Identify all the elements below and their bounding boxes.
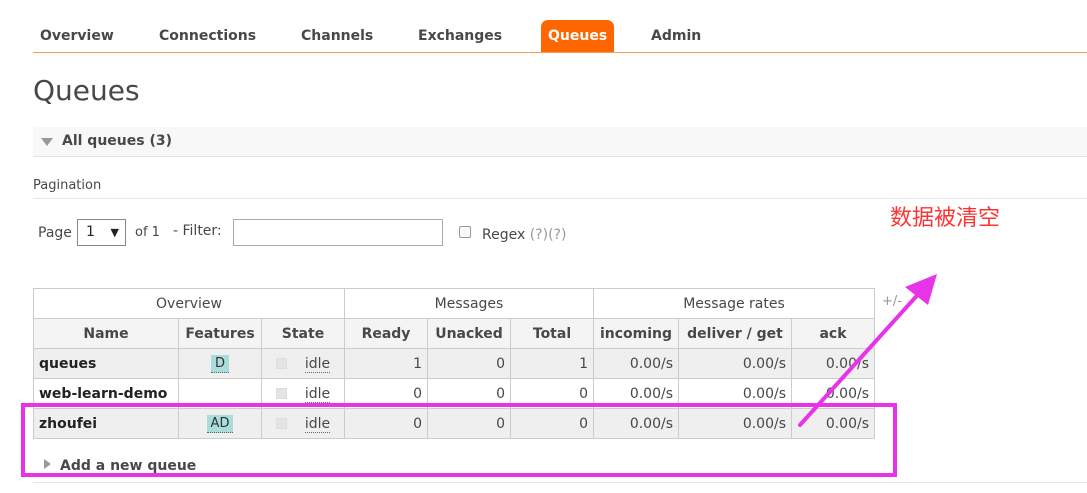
- regex-help-link[interactable]: (?)(?): [530, 227, 567, 243]
- col-header-unacked[interactable]: Unacked: [427, 318, 511, 349]
- nav-tab-channels[interactable]: Channels: [294, 20, 380, 52]
- page-select[interactable]: 1 ▼: [77, 219, 126, 246]
- col-header-features: Features: [178, 318, 262, 349]
- page-label: Page: [38, 225, 72, 241]
- page-count-label: of 1: [135, 225, 160, 240]
- col-header-deliver-get[interactable]: deliver / get: [678, 318, 792, 349]
- top-nav: Overview Connections Channels Exchanges …: [33, 20, 1087, 53]
- group-header-overview: Overview: [33, 288, 345, 319]
- col-header-ack[interactable]: ack: [791, 318, 875, 349]
- group-header-message-rates: Message rates: [593, 288, 875, 319]
- divider: [33, 198, 1087, 199]
- feature-badge: D: [210, 354, 229, 373]
- nav-tab-queues[interactable]: Queues: [541, 20, 615, 52]
- page-title: Queues: [33, 74, 140, 107]
- nav-tab-connections[interactable]: Connections: [152, 20, 263, 52]
- state-indicator-icon: [275, 358, 287, 369]
- regex-label: Regex (?)(?): [482, 227, 566, 243]
- features-cell: D: [178, 348, 262, 379]
- column-toggle-link[interactable]: +/-: [882, 294, 902, 309]
- group-header-messages: Messages: [344, 288, 594, 319]
- state-text: idle: [304, 355, 331, 373]
- dropdown-arrow-icon: ▼: [110, 226, 119, 239]
- section-label: All queues (3): [62, 133, 172, 149]
- col-header-incoming[interactable]: incoming: [593, 318, 679, 349]
- total-cell: 1: [510, 348, 594, 379]
- state-text: idle: [304, 385, 331, 403]
- col-header-ready[interactable]: Ready: [344, 318, 428, 349]
- deliver-get-cell: 0.00/s: [678, 348, 792, 379]
- state-indicator-icon: [275, 388, 287, 399]
- regex-checkbox[interactable]: [459, 226, 471, 238]
- nav-tab-exchanges[interactable]: Exchanges: [411, 20, 509, 52]
- col-header-state[interactable]: State: [261, 318, 345, 349]
- nav-tab-overview[interactable]: Overview: [33, 20, 121, 52]
- col-header-total[interactable]: Total: [510, 318, 594, 349]
- collapse-triangle-icon: [41, 138, 53, 146]
- ack-cell: 0.00/s: [791, 348, 875, 379]
- col-header-name[interactable]: Name: [33, 318, 179, 349]
- annotation-text: 数据被清空: [890, 206, 1001, 231]
- table-row: queues D idle 1 0 1 0.00/s 0.00/s 0.00/s: [33, 348, 875, 379]
- regex-text: Regex: [482, 227, 526, 243]
- state-cell: idle: [261, 348, 345, 379]
- filter-label: - Filter:: [173, 223, 222, 239]
- unacked-cell: 0: [427, 348, 511, 379]
- annotation-highlight-box: [21, 403, 897, 477]
- filter-input[interactable]: [233, 219, 443, 246]
- ready-cell: 1: [344, 348, 428, 379]
- pagination-heading: Pagination: [33, 178, 102, 193]
- incoming-cell: 0.00/s: [593, 348, 679, 379]
- nav-tab-admin[interactable]: Admin: [644, 20, 708, 52]
- page-select-value: 1: [86, 224, 95, 240]
- divider: [33, 482, 1087, 483]
- queue-name-link[interactable]: queues: [33, 348, 179, 379]
- all-queues-section-toggle[interactable]: All queues (3): [33, 127, 1087, 157]
